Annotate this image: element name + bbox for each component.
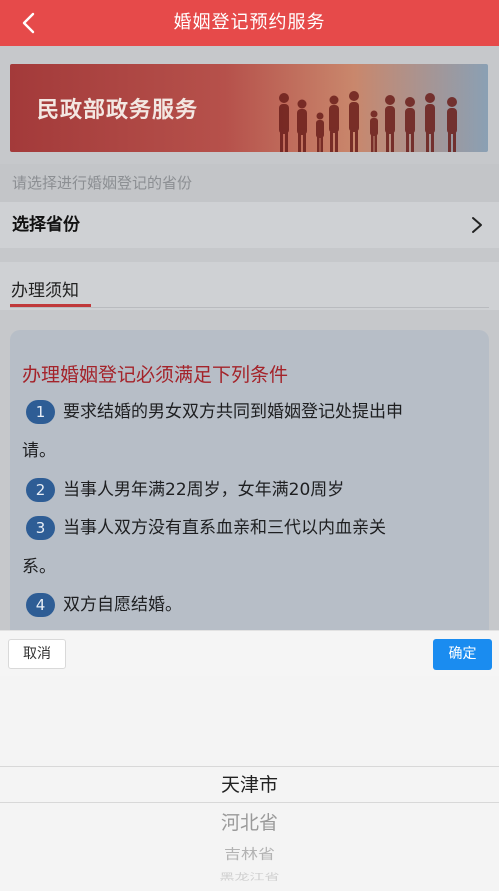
notice-card-title: 办理婚姻登记必须满足下列条件 [22, 364, 289, 386]
picker-option[interactable]: 吉林省 [0, 842, 499, 863]
selection-line-bottom [0, 802, 499, 803]
select-province-row[interactable]: 选择省份 [0, 202, 499, 248]
province-picker[interactable]: 天津市 河北省 吉林省 黑龙江省 [0, 676, 499, 891]
picker-option[interactable]: 黑龙江省 [0, 870, 499, 883]
banner-title: 民政部政务服务 [37, 98, 199, 123]
number-badge: 4 [26, 593, 55, 617]
number-badge: 1 [26, 400, 55, 424]
picker-toolbar: 取消 确定 [0, 630, 499, 676]
family-silhouette-icon [279, 91, 457, 152]
list-item: 4 双方自愿结婚。 [22, 587, 482, 623]
number-badge: 2 [26, 478, 55, 502]
list-item: 1 要求结婚的男女双方共同到婚姻登记处提出申 [22, 394, 482, 430]
item-text: 请。 [22, 441, 56, 461]
divider [10, 307, 489, 308]
cancel-button[interactable]: 取消 [8, 639, 66, 669]
item-text: 系。 [22, 557, 56, 577]
selection-line-top [0, 766, 499, 767]
notice-tabs: 办理须知 [0, 262, 499, 310]
notice-card: 办理婚姻登记必须满足下列条件 1 要求结婚的男女双方共同到婚姻登记处提出申 请。 … [10, 330, 489, 640]
item-text: 双方自愿结婚。 [63, 595, 182, 615]
item-text: 要求结婚的男女双方共同到婚姻登记处提出申 [63, 402, 403, 422]
chevron-right-icon [472, 217, 482, 233]
page-title: 婚姻登记预约服务 [173, 12, 326, 33]
list-item: 3 当事人双方没有直系血亲和三代以内血亲关 [22, 510, 482, 546]
list-item-continuation: 请。 [22, 433, 482, 469]
picker-option-selected[interactable]: 天津市 [0, 770, 499, 797]
province-hint: 请选择进行婚姻登记的省份 [0, 164, 499, 202]
list-item-continuation: 系。 [22, 549, 482, 585]
select-province-label: 选择省份 [12, 215, 80, 235]
number-badge: 3 [26, 516, 55, 540]
confirm-button[interactable]: 确定 [433, 639, 492, 670]
banner-image: 民政部政务服务 [10, 64, 488, 152]
app-header: 婚姻登记预约服务 [0, 0, 499, 46]
item-text: 当事人男年满22周岁，女年满20周岁 [63, 480, 345, 500]
picker-option[interactable]: 河北省 [0, 808, 499, 835]
tab-notice[interactable]: 办理须知 [11, 276, 79, 301]
item-text: 当事人双方没有直系血亲和三代以内血亲关 [63, 518, 386, 538]
list-item: 2 当事人男年满22周岁，女年满20周岁 [22, 472, 482, 508]
